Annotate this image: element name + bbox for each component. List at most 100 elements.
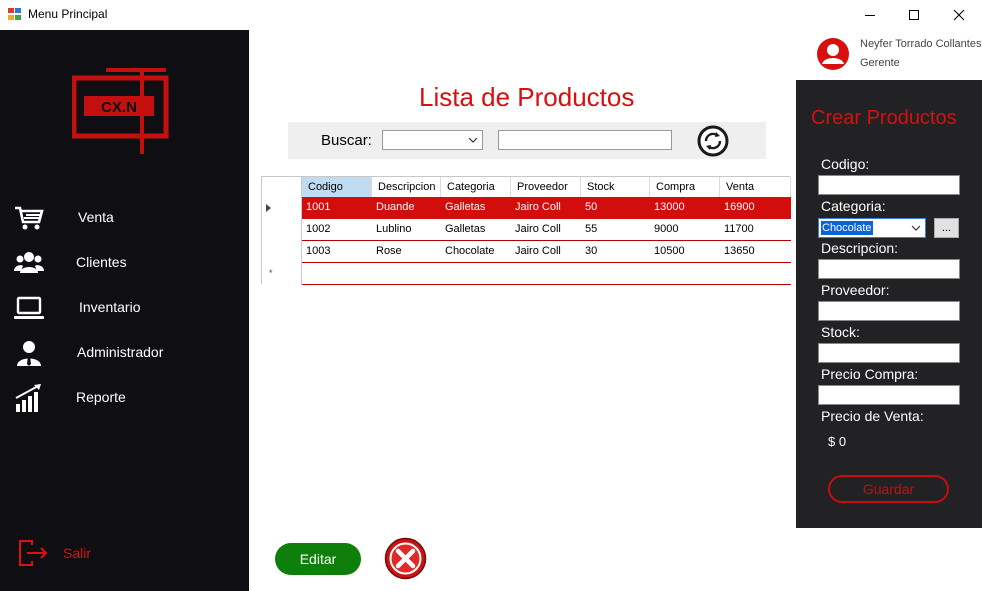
- table-cell[interactable]: Duande: [372, 197, 441, 219]
- sidebar-item-label: Venta: [78, 209, 114, 225]
- close-button[interactable]: [936, 0, 982, 30]
- panel-title: Crear Productos: [811, 107, 957, 129]
- table-cell[interactable]: Lublino: [372, 219, 441, 241]
- precio-venta-label: Precio de Venta:: [821, 408, 924, 424]
- column-header[interactable]: Categoria: [441, 177, 511, 199]
- stock-label: Stock:: [821, 324, 860, 340]
- table-cell[interactable]: Chocolate: [441, 241, 511, 263]
- table-row[interactable]: 1001 Duande Galletas Jairo Coll 50 13000…: [262, 197, 791, 219]
- refresh-button[interactable]: [697, 125, 729, 157]
- logo: CX.N: [71, 68, 172, 158]
- maximize-icon: [909, 10, 919, 20]
- delete-button[interactable]: [384, 537, 427, 580]
- table-cell[interactable]: Galletas: [441, 197, 511, 219]
- search-bar: Buscar:: [288, 122, 766, 159]
- codigo-field[interactable]: [818, 175, 960, 195]
- sidebar: CX.N Venta Clientes Inventario Administr…: [0, 30, 249, 591]
- table-new-row[interactable]: *: [262, 263, 791, 285]
- user-name: Neyfer Torrado Collantes: [860, 38, 982, 50]
- precio-compra-field[interactable]: [818, 385, 960, 405]
- descripcion-field[interactable]: [818, 259, 960, 279]
- sidebar-item-inventario[interactable]: Inventario: [0, 288, 249, 328]
- descripcion-label: Descripcion:: [821, 240, 899, 256]
- proveedor-field[interactable]: [818, 301, 960, 321]
- categoria-selected-value: Chocolate: [821, 221, 873, 235]
- table-cell[interactable]: 50: [581, 197, 650, 219]
- column-header[interactable]: Codigo: [302, 177, 372, 199]
- row-selector[interactable]: [262, 219, 302, 241]
- table-cell[interactable]: 9000: [650, 219, 720, 241]
- chevron-down-icon: [468, 137, 478, 143]
- column-header[interactable]: Compra: [650, 177, 720, 199]
- table-row[interactable]: 1002 Lublino Galletas Jairo Coll 55 9000…: [262, 219, 791, 241]
- search-label: Buscar:: [321, 132, 372, 149]
- row-selector[interactable]: [262, 197, 302, 219]
- minimize-icon: [865, 15, 875, 16]
- table-cell[interactable]: 16900: [720, 197, 791, 219]
- logout-icon: [19, 540, 48, 566]
- user-icon: [817, 38, 849, 70]
- table-cell[interactable]: 13000: [650, 197, 720, 219]
- sidebar-item-label: Clientes: [76, 254, 127, 270]
- search-input[interactable]: [498, 130, 672, 150]
- refresh-icon: [697, 125, 729, 157]
- stock-field[interactable]: [818, 343, 960, 363]
- table-cell[interactable]: 1001: [302, 197, 372, 219]
- sidebar-item-reporte[interactable]: Reporte: [0, 378, 249, 418]
- page-title: Lista de Productos: [419, 82, 635, 112]
- avatar: [817, 38, 849, 70]
- maximize-button[interactable]: [891, 0, 937, 30]
- categoria-label: Categoria:: [821, 198, 886, 214]
- row-selector[interactable]: *: [262, 263, 302, 285]
- sidebar-item-label: Administrador: [77, 344, 164, 360]
- table-cell[interactable]: 10500: [650, 241, 720, 263]
- column-header[interactable]: Venta: [720, 177, 791, 199]
- table-row[interactable]: 1003 Rose Chocolate Jairo Coll 30 10500 …: [262, 241, 791, 263]
- column-header[interactable]: Descripcion: [372, 177, 441, 199]
- row-selector[interactable]: [262, 241, 302, 263]
- cart-icon: [15, 206, 44, 230]
- table-cell[interactable]: 1003: [302, 241, 372, 263]
- codigo-label: Codigo:: [821, 156, 870, 172]
- table-cell[interactable]: Galletas: [441, 219, 511, 241]
- delete-icon: [384, 537, 427, 580]
- categoria-select[interactable]: Chocolate: [818, 218, 926, 238]
- precio-venta-value: $ 0: [828, 434, 847, 449]
- proveedor-label: Proveedor:: [821, 282, 890, 298]
- table-cell[interactable]: Jairo Coll: [511, 241, 581, 263]
- products-table: Codigo Descripcion Categoria Proveedor S…: [261, 176, 791, 285]
- logout-button[interactable]: Salir: [0, 535, 249, 571]
- table-cell[interactable]: 55: [581, 219, 650, 241]
- window-title: Menu Principal: [28, 7, 108, 21]
- user-role: Gerente: [860, 57, 900, 69]
- table-cell[interactable]: Rose: [372, 241, 441, 263]
- chart-bars-icon: [15, 384, 41, 412]
- sidebar-item-clientes[interactable]: Clientes: [0, 243, 249, 283]
- sidebar-item-administrador[interactable]: Administrador: [0, 333, 249, 373]
- table-cell[interactable]: Jairo Coll: [511, 219, 581, 241]
- edit-button[interactable]: Editar: [275, 543, 361, 575]
- sidebar-item-label: Inventario: [79, 299, 141, 315]
- precio-compra-label: Precio Compra:: [821, 366, 919, 382]
- minimize-button[interactable]: [847, 0, 893, 30]
- search-filter-select[interactable]: [382, 130, 483, 150]
- table-cell[interactable]: 30: [581, 241, 650, 263]
- table-cell[interactable]: 1002: [302, 219, 372, 241]
- row-pointer-icon: [266, 204, 271, 212]
- column-header[interactable]: Proveedor: [511, 177, 581, 199]
- logout-label: Salir: [63, 545, 92, 561]
- users-icon: [14, 252, 44, 273]
- table-header: Codigo Descripcion Categoria Proveedor S…: [262, 177, 791, 199]
- table-cell[interactable]: 11700: [720, 219, 791, 241]
- table-cell[interactable]: 13650: [720, 241, 791, 263]
- close-icon: [953, 9, 965, 21]
- laptop-icon: [14, 296, 44, 319]
- chevron-down-icon: [911, 225, 921, 231]
- save-button[interactable]: Guardar: [828, 475, 949, 503]
- add-category-button[interactable]: ...: [934, 218, 959, 238]
- column-header[interactable]: Stock: [581, 177, 650, 199]
- app-icon: [8, 8, 22, 21]
- table-cell[interactable]: Jairo Coll: [511, 197, 581, 219]
- sidebar-item-venta[interactable]: Venta: [0, 198, 249, 238]
- sidebar-item-label: Reporte: [76, 389, 126, 405]
